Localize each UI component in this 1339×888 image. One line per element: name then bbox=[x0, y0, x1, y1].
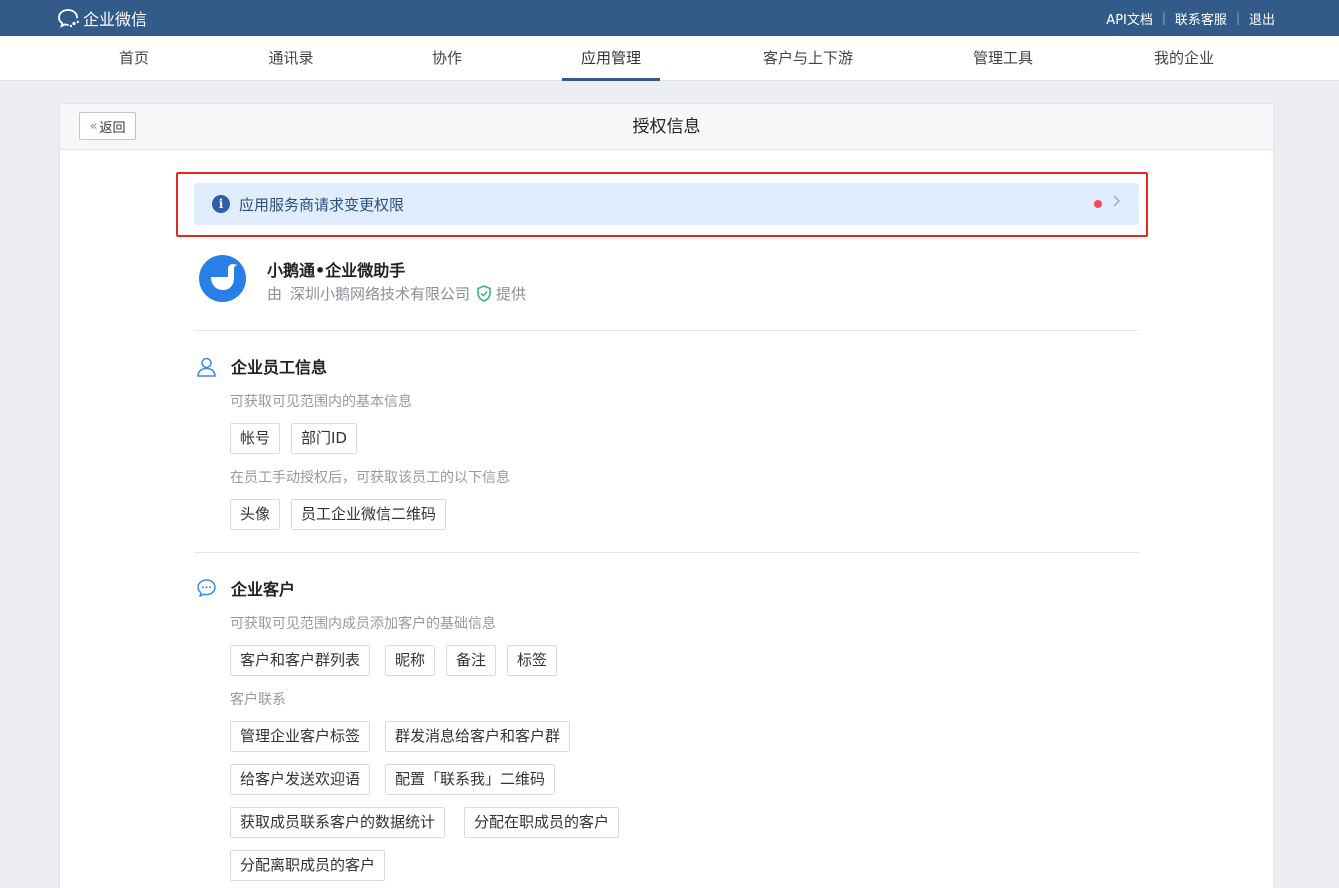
app-vendor: 由 深圳小鹅网络技术有限公司 提供 bbox=[267, 283, 526, 304]
verified-shield-icon bbox=[477, 285, 491, 302]
back-label: 返回 bbox=[99, 120, 126, 136]
logout-link[interactable]: 退出 bbox=[1249, 9, 1275, 28]
user-icon bbox=[197, 357, 216, 377]
permission-change-notice[interactable]: i 应用服务商请求变更权限 bbox=[194, 183, 1139, 225]
permission-tag: 分配在职成员的客户 bbox=[464, 807, 620, 838]
authorization-card: 授权信息 « 返回 i 应用服务商请求变更权限 小鹅通•企业微助手 由 深圳小鹅… bbox=[59, 103, 1274, 888]
permission-tag: 帐号 bbox=[230, 423, 281, 454]
chat-bubble-icon bbox=[197, 578, 216, 597]
brand-logo[interactable]: 企业微信 bbox=[58, 7, 147, 29]
permission-tag: 部门ID bbox=[291, 423, 357, 454]
permission-tag: 获取成员联系客户的数据统计 bbox=[230, 807, 446, 838]
page-title: 授权信息 bbox=[632, 117, 701, 137]
customer-section-title: 企业客户 bbox=[196, 576, 295, 600]
permission-tag: 群发消息给客户和客户群 bbox=[385, 721, 571, 752]
customer-title-text: 企业客户 bbox=[231, 580, 296, 599]
employee-title-text: 企业员工信息 bbox=[231, 358, 328, 377]
permission-tag: 头像 bbox=[230, 499, 281, 530]
double-chevron-left-icon: « bbox=[89, 118, 98, 134]
main-nav: 首页 通讯录 协作 应用管理 客户与上下游 管理工具 我的企业 bbox=[0, 36, 1339, 81]
permission-tag: 给客户发送欢迎语 bbox=[230, 764, 371, 795]
notice-text: 应用服务商请求变更权限 bbox=[239, 195, 405, 214]
nav-my-enterprise[interactable]: 我的企业 bbox=[1140, 36, 1228, 81]
nav-admin-tools[interactable]: 管理工具 bbox=[960, 36, 1046, 81]
app-info: 小鹅通•企业微助手 由 深圳小鹅网络技术有限公司 提供 bbox=[199, 255, 699, 307]
card-header: 授权信息 « 返回 bbox=[60, 104, 1273, 150]
permission-tag: 员工企业微信二维码 bbox=[291, 499, 447, 530]
employee-section-title: 企业员工信息 bbox=[196, 354, 327, 378]
customer-hint-basic: 可获取可见范围内成员添加客户的基础信息 bbox=[230, 616, 496, 632]
divider bbox=[194, 330, 1139, 331]
permission-tag: 配置「联系我」二维码 bbox=[385, 764, 556, 795]
permission-tag: 管理企业客户标签 bbox=[230, 721, 371, 752]
employee-hint-basic: 可获取可见范围内的基本信息 bbox=[230, 394, 412, 410]
permission-tag: 标签 bbox=[507, 645, 558, 676]
unread-dot bbox=[1094, 200, 1102, 208]
nav-collaboration[interactable]: 协作 bbox=[420, 36, 474, 81]
vendor-prefix: 由 bbox=[267, 285, 283, 303]
nav-app-management[interactable]: 应用管理 bbox=[562, 36, 660, 81]
vendor-suffix: 提供 bbox=[496, 285, 527, 303]
nav-contacts[interactable]: 通讯录 bbox=[256, 36, 326, 81]
wecom-logo-icon bbox=[58, 9, 79, 28]
top-bar: 企业微信 API文档 | 联系客服 | 退出 bbox=[0, 0, 1339, 36]
info-icon: i bbox=[212, 195, 230, 213]
back-button[interactable]: « 返回 bbox=[79, 112, 136, 140]
employee-hint-authorized: 在员工手动授权后，可获取该员工的以下信息 bbox=[230, 470, 510, 486]
nav-home[interactable]: 首页 bbox=[104, 36, 164, 81]
chevron-right-icon bbox=[1112, 193, 1121, 213]
top-links: API文档 | 联系客服 | 退出 bbox=[1106, 0, 1275, 36]
api-docs-link[interactable]: API文档 bbox=[1106, 9, 1153, 28]
vendor-name[interactable]: 深圳小鹅网络技术有限公司 bbox=[290, 283, 470, 304]
customer-hint-contact: 客户联系 bbox=[230, 692, 286, 708]
permission-tag: 备注 bbox=[446, 645, 497, 676]
nav-customers-partners[interactable]: 客户与上下游 bbox=[752, 36, 864, 81]
app-name: 小鹅通•企业微助手 bbox=[267, 261, 406, 280]
contact-support-link[interactable]: 联系客服 bbox=[1175, 9, 1227, 28]
link-separator: | bbox=[1161, 11, 1166, 25]
permission-tag: 昵称 bbox=[385, 645, 436, 676]
link-separator: | bbox=[1235, 11, 1240, 25]
app-logo-icon bbox=[199, 255, 246, 302]
permission-tag: 分配离职成员的客户 bbox=[230, 850, 386, 881]
divider bbox=[194, 552, 1139, 553]
permission-tag: 客户和客户群列表 bbox=[230, 645, 371, 676]
brand-name: 企业微信 bbox=[83, 10, 148, 29]
